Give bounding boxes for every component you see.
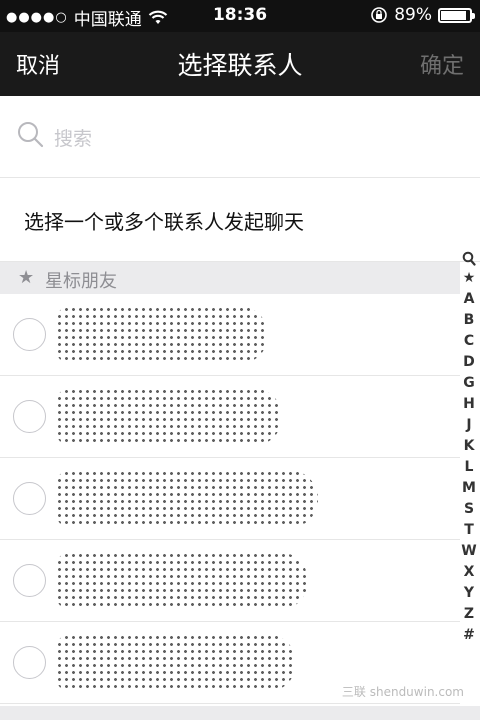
- index-search-icon[interactable]: [462, 250, 476, 268]
- search-input[interactable]: 搜索: [54, 124, 92, 151]
- search-bar[interactable]: 搜索: [0, 96, 480, 178]
- next-section-header: [0, 706, 480, 720]
- prompt-text: 选择一个或多个联系人发起聊天: [24, 210, 304, 234]
- search-icon: [18, 122, 44, 148]
- contact-row[interactable]: [0, 540, 460, 622]
- select-radio[interactable]: [13, 564, 46, 597]
- index-letter-hash[interactable]: #: [461, 625, 476, 646]
- index-letter-t[interactable]: T: [461, 520, 476, 541]
- battery-percent: 89%: [394, 5, 432, 25]
- index-letter-y[interactable]: Y: [461, 583, 476, 604]
- alphabet-index-bar[interactable]: ★ A B C D G H J K L M S T W X Y Z #: [460, 250, 478, 646]
- contact-row[interactable]: [0, 376, 460, 458]
- navigation-bar: 取消 选择联系人 确定: [0, 32, 480, 96]
- select-radio[interactable]: [13, 400, 46, 433]
- index-letter-l[interactable]: L: [461, 457, 476, 478]
- status-bar: ●●●●○ 中国联通 18:36 89%: [0, 0, 480, 32]
- page-title: 选择联系人: [177, 51, 303, 80]
- index-letter-h[interactable]: H: [461, 394, 476, 415]
- index-letter-m[interactable]: M: [461, 478, 476, 499]
- index-letter-j[interactable]: J: [461, 415, 476, 436]
- star-icon: ★: [18, 267, 35, 288]
- index-letter-c[interactable]: C: [461, 331, 476, 352]
- redacted-contact-name: [56, 306, 268, 364]
- redacted-contact-name: [56, 470, 318, 528]
- section-title: 星标朋友: [45, 271, 117, 292]
- group-chat-prompt[interactable]: 选择一个或多个联系人发起聊天: [0, 178, 480, 262]
- redacted-contact-name: [56, 634, 296, 692]
- index-letter-w[interactable]: W: [461, 541, 476, 562]
- battery-icon: [438, 7, 475, 23]
- redacted-contact-name: [56, 552, 308, 610]
- index-letter-s[interactable]: S: [461, 499, 476, 520]
- select-radio[interactable]: [13, 318, 46, 351]
- select-radio[interactable]: [13, 646, 46, 679]
- watermark: 三联 shenduwin.com: [341, 685, 464, 699]
- select-radio[interactable]: [13, 482, 46, 515]
- index-letter-star[interactable]: ★: [461, 268, 476, 289]
- index-letter-x[interactable]: X: [461, 562, 476, 583]
- status-right: 89%: [370, 5, 475, 25]
- confirm-button[interactable]: 确定: [420, 48, 464, 80]
- contact-row[interactable]: [0, 294, 460, 376]
- redacted-contact-name: [56, 388, 282, 446]
- rotation-lock-icon: [371, 7, 388, 23]
- index-letter-k[interactable]: K: [461, 436, 476, 457]
- index-letter-z[interactable]: Z: [461, 604, 476, 625]
- index-letter-d[interactable]: D: [461, 352, 476, 373]
- index-letters: ★ A B C D G H J K L M S T W X Y Z #: [461, 268, 476, 646]
- index-letter-b[interactable]: B: [461, 310, 476, 331]
- contact-row[interactable]: [0, 458, 460, 540]
- index-letter-g[interactable]: G: [461, 373, 476, 394]
- index-letter-a[interactable]: A: [461, 289, 476, 310]
- section-header-starred: ★ 星标朋友: [0, 262, 460, 294]
- battery-fill: [441, 10, 466, 20]
